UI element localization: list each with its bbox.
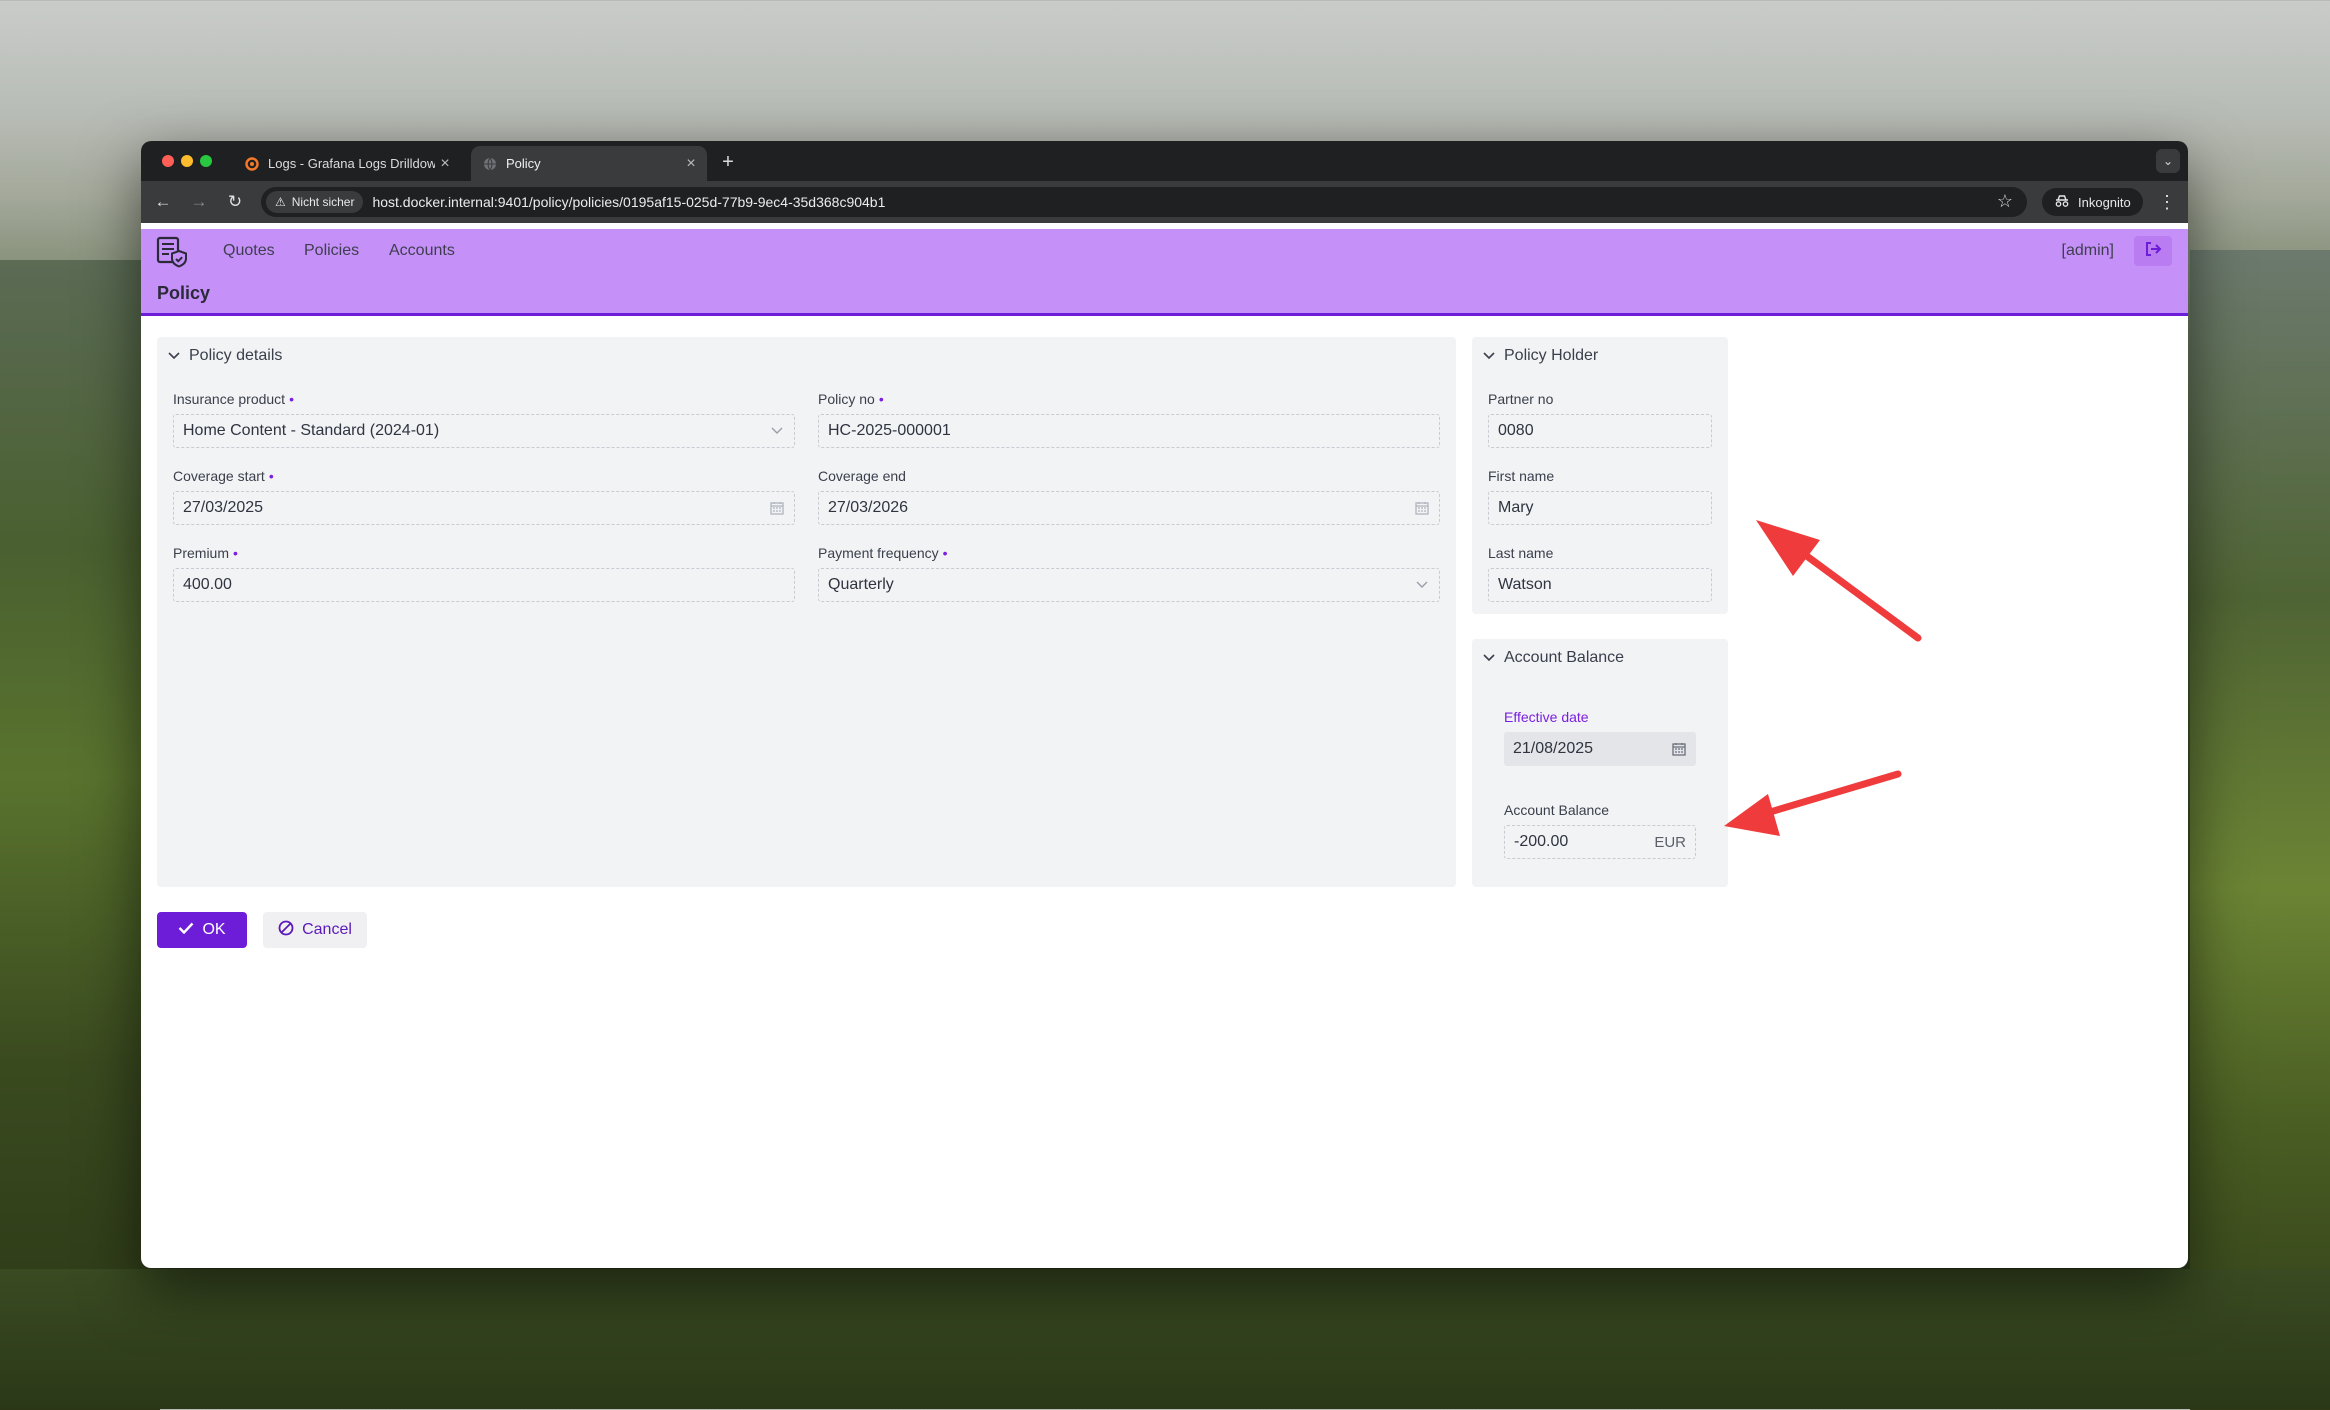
tab-policy[interactable]: Policy × (471, 146, 707, 181)
premium-label: Premium • (173, 545, 238, 561)
policy-holder-header[interactable]: Policy Holder (1482, 347, 1598, 365)
partner-no-label: Partner no (1488, 391, 1554, 407)
calendar-icon[interactable] (769, 500, 785, 516)
bookmark-star-icon[interactable]: ☆ (1997, 191, 2013, 212)
forward-button[interactable]: → (187, 190, 211, 214)
grafana-icon (245, 156, 259, 171)
payment-frequency-label: Payment frequency • (818, 545, 948, 561)
policy-no-label: Policy no • (818, 391, 884, 407)
chevron-down-icon (1414, 577, 1430, 593)
logout-button[interactable] (2134, 236, 2172, 266)
incognito-indicator[interactable]: Inkognito (2042, 188, 2143, 216)
insurance-product-select[interactable]: Home Content - Standard (2024-01) (173, 414, 795, 448)
ok-button[interactable]: OK (157, 912, 247, 948)
premium-input[interactable]: 400.00 (173, 568, 795, 602)
chevron-down-icon (769, 423, 785, 439)
policy-holder-panel: Policy Holder Partner no 0080 First name… (1472, 337, 1728, 614)
last-name-label: Last name (1488, 545, 1554, 561)
tab-title: Logs - Grafana Logs Drilldown (268, 156, 435, 171)
calendar-icon[interactable] (1414, 500, 1430, 516)
first-name-value: Mary (1498, 499, 1534, 516)
insurance-product-value: Home Content - Standard (2024-01) (183, 422, 440, 439)
policy-no-input[interactable]: HC-2025-000001 (818, 414, 1440, 448)
background-hill-left (0, 260, 160, 1410)
url-text[interactable]: host.docker.internal:9401/policy/policie… (372, 194, 885, 210)
effective-date-input[interactable]: 21/08/2025 (1504, 732, 1696, 766)
partner-no-value: 0080 (1498, 422, 1534, 439)
security-label: Nicht sicher (291, 195, 355, 209)
page-header: Policy (141, 273, 2188, 316)
account-balance-label: Account Balance (1504, 802, 1610, 818)
account-balance-value: -200.00 (1514, 833, 1569, 850)
minimize-window-button[interactable] (181, 155, 193, 167)
chevron-down-icon (1482, 651, 1496, 665)
logout-icon (2144, 241, 2162, 262)
nav-accounts[interactable]: Accounts (389, 229, 455, 273)
nav-policies[interactable]: Policies (304, 229, 359, 273)
premium-value: 400.00 (183, 576, 232, 593)
first-name-label: First name (1488, 468, 1555, 484)
background-forest (0, 1269, 2330, 1409)
cancel-label: Cancel (302, 921, 352, 938)
partner-no-input[interactable]: 0080 (1488, 414, 1712, 448)
account-balance-input[interactable]: -200.00 EUR (1504, 825, 1696, 859)
payment-frequency-value: Quarterly (828, 576, 894, 593)
browser-window: Logs - Grafana Logs Drilldown × Policy ×… (141, 141, 2188, 1268)
payment-frequency-select[interactable]: Quarterly (818, 568, 1440, 602)
app-navbar: Quotes Policies Accounts [admin] (141, 229, 2188, 273)
policy-details-panel: Policy details Insurance product • Home C… (157, 337, 1456, 887)
effective-date-value: 21/08/2025 (1513, 740, 1594, 757)
currency-suffix: EUR (1654, 833, 1686, 851)
coverage-start-label: Coverage start • (173, 468, 274, 484)
coverage-end-value: 27/03/2026 (828, 499, 909, 516)
close-window-button[interactable] (162, 155, 174, 167)
panel-title: Policy details (189, 347, 283, 364)
coverage-end-date-input[interactable]: 27/03/2026 (818, 491, 1440, 525)
policy-details-header[interactable]: Policy details (167, 347, 282, 365)
cancel-button[interactable]: Cancel (263, 912, 367, 948)
tab-search-button[interactable]: ⌄ (2156, 149, 2180, 173)
close-tab-icon[interactable]: × (435, 155, 455, 173)
last-name-value: Watson (1498, 576, 1552, 593)
page-title: Policy (157, 283, 211, 303)
warning-icon: ⚠ (275, 195, 286, 209)
browser-toolbar: ← → ↻ ⚠ Nicht sicher host.docker.interna… (141, 181, 2188, 223)
panel-title: Policy Holder (1504, 347, 1599, 364)
policy-no-value: HC-2025-000001 (828, 422, 951, 439)
account-balance-header[interactable]: Account Balance (1482, 649, 1624, 667)
last-name-input[interactable]: Watson (1488, 568, 1712, 602)
calendar-icon[interactable] (1671, 741, 1687, 757)
chevron-down-icon (167, 349, 181, 363)
chevron-down-icon (1482, 349, 1496, 363)
coverage-end-label: Coverage end (818, 468, 906, 484)
coverage-start-value: 27/03/2025 (183, 499, 264, 516)
reload-button[interactable]: ↻ (223, 190, 247, 214)
close-tab-icon[interactable]: × (681, 155, 701, 173)
nav-quotes[interactable]: Quotes (223, 229, 275, 273)
first-name-input[interactable]: Mary (1488, 491, 1712, 525)
ban-icon (278, 920, 294, 941)
coverage-start-date-input[interactable]: 27/03/2025 (173, 491, 795, 525)
maximize-window-button[interactable] (200, 155, 212, 167)
app-logo-icon[interactable] (155, 235, 189, 269)
checkmark-icon (178, 921, 194, 939)
globe-icon (483, 157, 497, 171)
incognito-label: Inkognito (2078, 194, 2131, 210)
effective-date-label: Effective date (1504, 709, 1589, 725)
new-tab-button[interactable]: + (715, 149, 741, 175)
current-user: [admin] (2061, 242, 2114, 259)
browser-menu-icon[interactable]: ⋮ (2158, 190, 2176, 214)
tab-grafana-logs[interactable]: Logs - Grafana Logs Drilldown × (233, 146, 461, 181)
security-indicator[interactable]: ⚠ Nicht sicher (266, 191, 364, 213)
back-button[interactable]: ← (151, 190, 175, 214)
tab-title: Policy (506, 156, 541, 171)
incognito-icon (2054, 194, 2070, 211)
account-balance-panel: Account Balance Effective date 21/08/202… (1472, 639, 1728, 887)
address-bar[interactable]: ⚠ Nicht sicher host.docker.internal:9401… (261, 187, 2027, 217)
background-hill-right (2190, 250, 2330, 1410)
tab-bar: Logs - Grafana Logs Drilldown × Policy ×… (141, 141, 2188, 181)
insurance-product-label: Insurance product • (173, 391, 294, 407)
panel-title: Account Balance (1504, 649, 1625, 666)
ok-label: OK (202, 921, 226, 938)
